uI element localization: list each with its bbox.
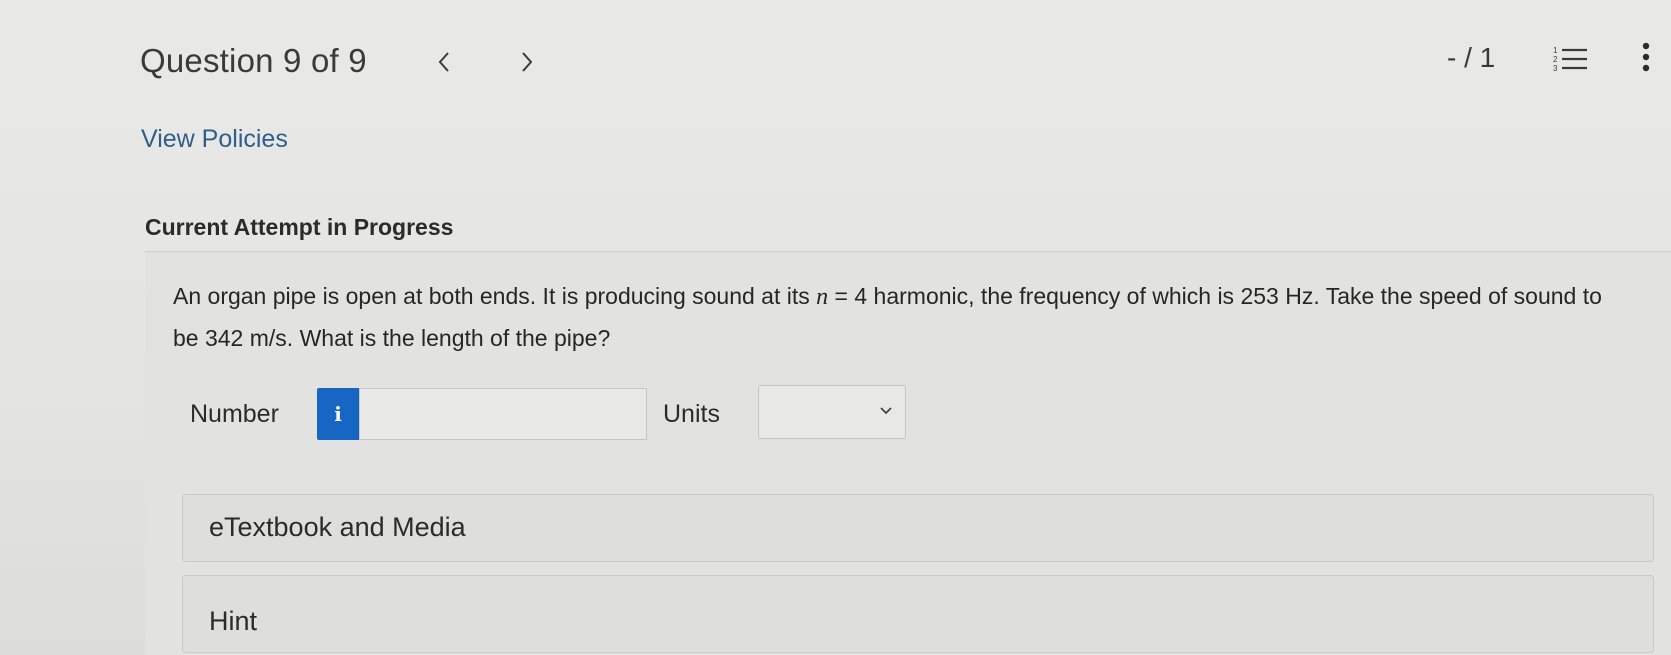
svg-text:1: 1 [1553, 46, 1558, 55]
previous-question-button[interactable] [430, 44, 458, 80]
question-text: An organ pipe is open at both ends. It i… [173, 276, 1633, 359]
more-vertical-icon[interactable] [1638, 40, 1654, 76]
next-question-button[interactable] [513, 44, 541, 80]
svg-text:3: 3 [1553, 64, 1558, 73]
question-score: - / 1 [1447, 42, 1496, 73]
chevron-down-icon [880, 407, 892, 415]
number-label: Number [190, 400, 279, 428]
chevron-right-icon [522, 52, 533, 72]
etextbook-media-panel[interactable]: eTextbook and Media [182, 494, 1654, 562]
question-variable: n [816, 284, 829, 310]
etextbook-media-label: eTextbook and Media [209, 512, 466, 542]
info-button[interactable]: i [317, 388, 359, 440]
question-title: Question 9 of 9 [140, 42, 367, 79]
info-icon: i [334, 402, 342, 426]
question-text-part1: An organ pipe is open at both ends. It i… [173, 283, 817, 309]
chevron-left-icon [438, 52, 449, 72]
hint-label: Hint [209, 606, 258, 636]
page: Question 9 of 9 - / 1 1 2 3 View Policie [0, 0, 1671, 655]
numbered-list-icon[interactable]: 1 2 3 [1553, 45, 1589, 75]
units-label: Units [663, 400, 720, 428]
view-policies-link[interactable]: View Policies [141, 125, 288, 154]
question-header: Question 9 of 9 - / 1 1 2 3 [0, 0, 1671, 108]
units-select[interactable] [758, 385, 906, 439]
hint-panel[interactable]: Hint [182, 575, 1654, 653]
svg-text:2: 2 [1553, 55, 1558, 64]
number-input[interactable] [359, 388, 647, 440]
attempt-heading: Current Attempt in Progress [145, 214, 454, 240]
